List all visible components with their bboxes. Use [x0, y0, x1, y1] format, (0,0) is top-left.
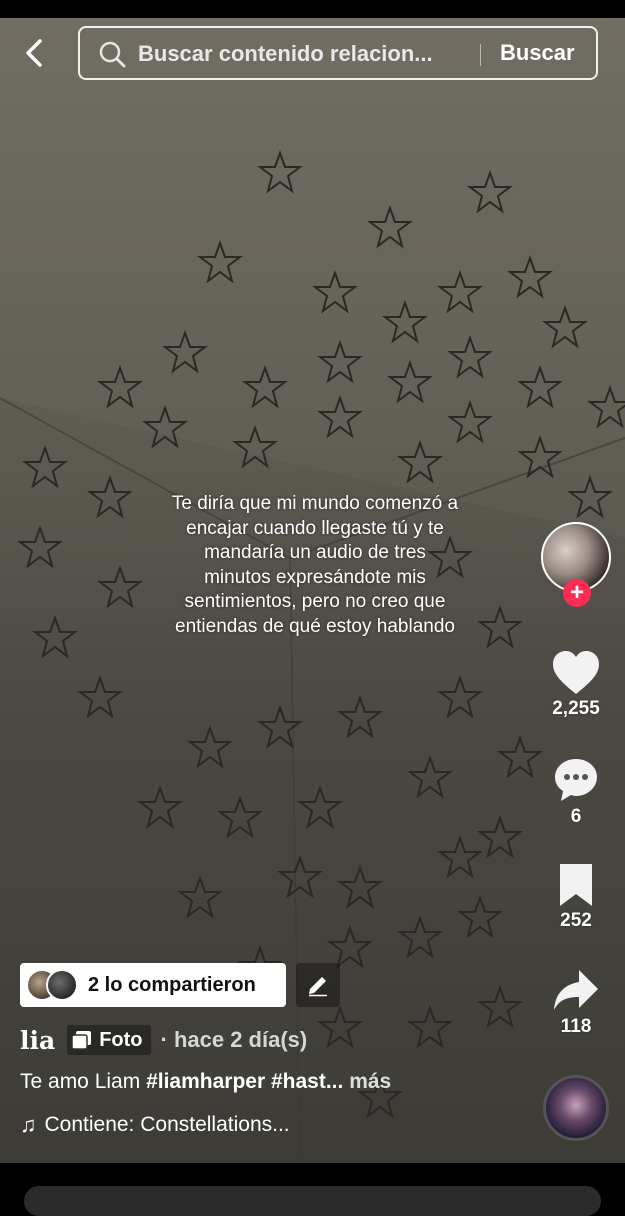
top-bar: Buscar	[0, 24, 625, 84]
back-button[interactable]	[18, 36, 52, 70]
plus-icon: +	[569, 579, 584, 606]
search-divider	[480, 44, 481, 66]
share-icon	[554, 970, 598, 1010]
music-title: Contiene: Constellations...	[44, 1113, 290, 1136]
like-count: 2,255	[552, 698, 600, 719]
music-disc[interactable]	[543, 1075, 609, 1141]
edit-button[interactable]	[296, 963, 340, 1007]
photo-badge: Foto	[67, 1025, 151, 1055]
bookmark-icon	[560, 864, 592, 906]
comment-bar[interactable]	[24, 1186, 601, 1216]
comment-count: 6	[570, 806, 582, 827]
pencil-icon	[309, 977, 327, 997]
save-button[interactable]: 252	[545, 862, 607, 932]
comment-icon	[555, 759, 597, 801]
heart-icon	[553, 651, 599, 694]
comment-button[interactable]: 6	[545, 756, 607, 828]
author-name[interactable]: lia	[20, 1026, 55, 1055]
description-text: Te amo Liam	[20, 1070, 147, 1093]
hashtag[interactable]: #liamharper	[146, 1070, 265, 1093]
status-bar	[0, 0, 625, 18]
share-button[interactable]: 118	[545, 968, 607, 1038]
music-note-icon: ♫	[20, 1112, 37, 1137]
photo-stack-icon	[71, 1031, 92, 1050]
photo-text-overlay: Te diría que mi mundo comenzó a encajar …	[171, 493, 459, 637]
search-input[interactable]	[138, 41, 488, 67]
shared-by-label: 2 lo compartieron	[88, 974, 256, 996]
share-count: 118	[560, 1016, 592, 1037]
friend-avatar	[46, 969, 78, 1001]
follow-button[interactable]: +	[563, 579, 591, 607]
search-button[interactable]: Buscar	[500, 40, 575, 66]
creator-avatar-group: +	[541, 522, 613, 607]
search-icon	[99, 41, 126, 68]
save-count: 252	[560, 910, 592, 931]
post-description[interactable]: Te amo Liam #liamharper #hast... más	[20, 1070, 480, 1094]
post-meta: lia Foto · hace 2 día(s)	[20, 1024, 307, 1056]
music-info[interactable]: ♫ Contiene: Constellations...	[20, 1112, 480, 1138]
chevron-left-icon	[26, 39, 42, 67]
hashtag[interactable]: #hast...	[271, 1070, 343, 1093]
post-time: · hace 2 día(s)	[160, 1027, 308, 1052]
photo-type-label: Foto	[99, 1028, 143, 1051]
more-link[interactable]: más	[349, 1070, 391, 1093]
like-button[interactable]: 2,255	[545, 650, 607, 720]
search-bar[interactable]: Buscar	[78, 26, 598, 80]
shared-by-friends-button[interactable]: 2 lo compartieron	[20, 963, 286, 1007]
